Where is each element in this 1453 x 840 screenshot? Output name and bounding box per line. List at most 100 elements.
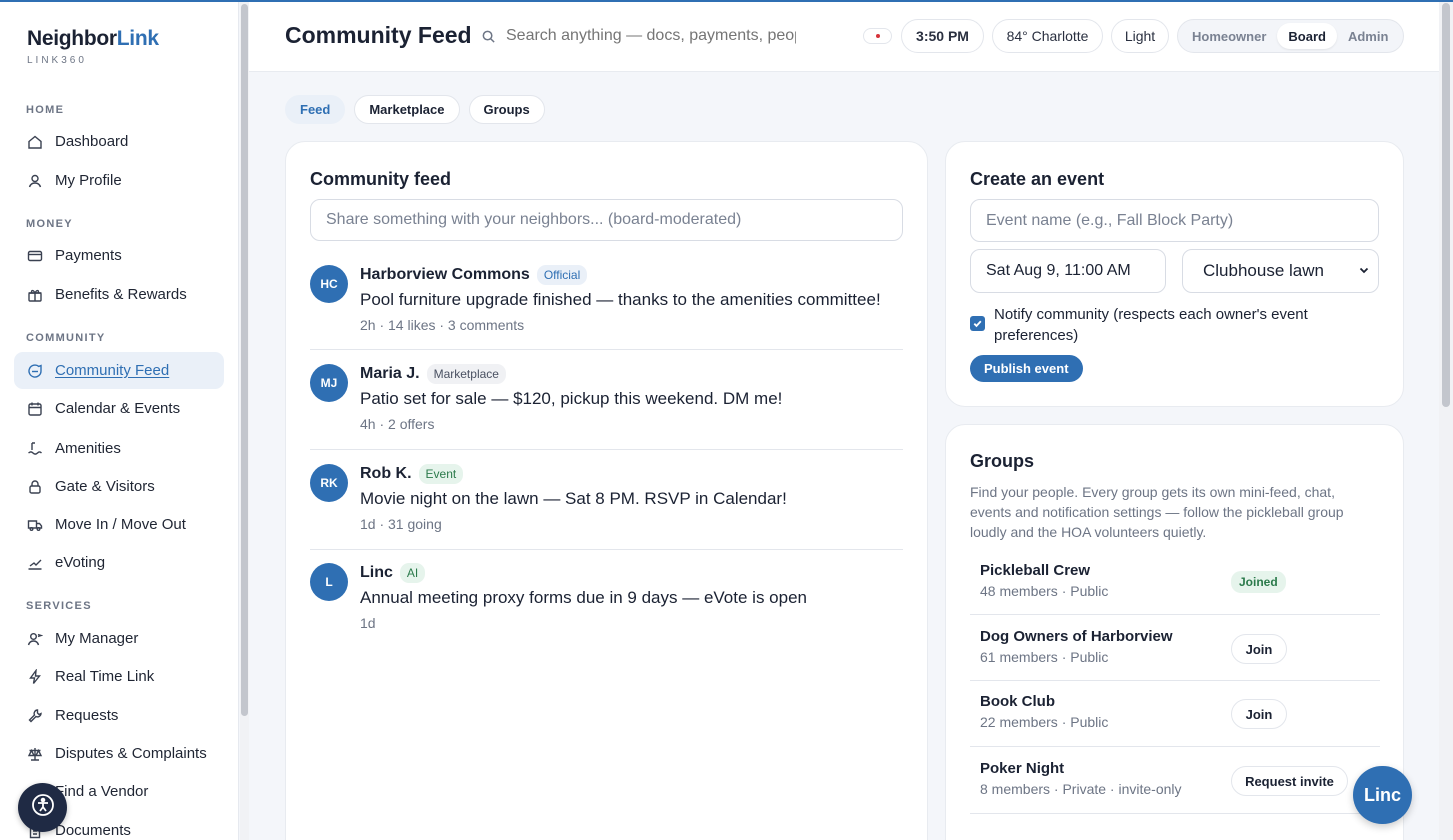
scales-icon bbox=[27, 746, 43, 762]
sidebar-item-label: Find a Vendor bbox=[55, 783, 149, 800]
post-composer-input[interactable] bbox=[310, 199, 903, 241]
group-divider bbox=[970, 813, 1380, 814]
sidebar-item-dashboard[interactable]: Dashboard bbox=[14, 123, 224, 160]
manager-icon bbox=[27, 631, 43, 647]
search-input[interactable] bbox=[506, 27, 796, 45]
post-meta: 4h · 2 offers bbox=[360, 416, 435, 432]
post-divider bbox=[310, 549, 903, 550]
post-text: Annual meeting proxy forms due in 9 days… bbox=[360, 588, 807, 607]
group-name: Book Club bbox=[980, 693, 1055, 710]
join-group-button[interactable]: Join bbox=[1231, 634, 1287, 664]
group-meta: 48 members · Public bbox=[980, 583, 1109, 599]
sidebar-item-my-profile[interactable]: My Profile bbox=[14, 162, 224, 199]
chevron-down-icon bbox=[1358, 261, 1370, 281]
live-indicator bbox=[863, 28, 892, 44]
joined-badge: Joined bbox=[1231, 571, 1286, 593]
sidebar-item-label: Disputes & Complaints bbox=[55, 745, 207, 762]
sidebar-item-label: Dashboard bbox=[55, 133, 129, 150]
user-icon bbox=[27, 173, 43, 189]
groups-description: Find your people. Every group gets its o… bbox=[970, 484, 1344, 540]
linc-assistant-button[interactable]: Linc bbox=[1353, 766, 1412, 824]
post-divider bbox=[310, 449, 903, 450]
chat-icon bbox=[27, 363, 43, 379]
post-author[interactable]: Rob K. bbox=[360, 465, 412, 483]
group-name: Pickleball Crew bbox=[980, 562, 1091, 579]
page-scrollbar[interactable] bbox=[1439, 0, 1453, 840]
notify-checkbox[interactable] bbox=[970, 316, 985, 331]
avatar: HC bbox=[310, 265, 348, 303]
avatar: RK bbox=[310, 464, 348, 502]
accessibility-button[interactable] bbox=[18, 783, 67, 832]
event-date-input[interactable] bbox=[970, 249, 1166, 293]
event-name-input[interactable] bbox=[970, 199, 1379, 242]
global-search[interactable] bbox=[469, 18, 809, 54]
event-location-select[interactable]: Clubhouse lawn bbox=[1182, 249, 1379, 293]
wrench-icon bbox=[27, 708, 43, 724]
lock-icon bbox=[27, 479, 43, 495]
feed-post[interactable]: MJ Maria J. Marketplace Patio set for sal… bbox=[310, 364, 903, 434]
feed-post[interactable]: HC Harborview Commons Official Pool furni… bbox=[310, 265, 903, 335]
group-row[interactable]: Poker Night 8 members · Private · invite… bbox=[970, 747, 1380, 813]
sidebar-item-community-feed[interactable]: Community Feed bbox=[14, 352, 224, 389]
sidebar-item-gate-visitors[interactable]: Gate & Visitors bbox=[14, 468, 224, 505]
feed-post[interactable]: RK Rob K. Event Movie night on the lawn —… bbox=[310, 464, 903, 534]
section-label-community: COMMUNITY bbox=[26, 332, 106, 344]
theme-toggle[interactable]: Light bbox=[1111, 19, 1169, 53]
post-author[interactable]: Maria J. bbox=[360, 365, 420, 383]
request-invite-button[interactable]: Request invite bbox=[1231, 766, 1348, 796]
search-icon bbox=[481, 29, 496, 44]
sidebar-item-benefits[interactable]: Benefits & Rewards bbox=[14, 276, 224, 313]
role-admin[interactable]: Admin bbox=[1337, 23, 1399, 49]
group-name: Poker Night bbox=[980, 760, 1065, 777]
top-accent-line bbox=[0, 0, 1453, 2]
sidebar-item-requests[interactable]: Requests bbox=[14, 697, 224, 734]
sidebar-item-my-manager[interactable]: My Manager bbox=[14, 620, 224, 657]
sidebar-item-label: Community Feed bbox=[55, 362, 170, 379]
post-text: Movie night on the lawn — Sat 8 PM. RSVP… bbox=[360, 489, 787, 508]
home-icon bbox=[27, 134, 43, 150]
publish-event-button[interactable]: Publish event bbox=[970, 355, 1083, 382]
role-switcher: Homeowner Board Admin bbox=[1177, 19, 1404, 53]
sidebar-item-label: Payments bbox=[55, 247, 122, 264]
sidebar-item-payments[interactable]: Payments bbox=[14, 237, 224, 274]
card-icon bbox=[27, 248, 43, 264]
group-row[interactable]: Dog Owners of Harborview 61 members · Pu… bbox=[970, 615, 1380, 681]
sidebar: NeighborLink LINK360 HOME Dashboard My P… bbox=[0, 0, 239, 840]
page-title: Community Feed bbox=[285, 22, 472, 48]
role-homeowner[interactable]: Homeowner bbox=[1181, 23, 1277, 49]
create-event-card: Create an event Clubhouse lawn Notify co… bbox=[945, 141, 1404, 407]
group-meta: 8 members · Private · invite-only bbox=[980, 781, 1182, 797]
post-author[interactable]: Linc bbox=[360, 564, 393, 582]
sidebar-item-disputes[interactable]: Disputes & Complaints bbox=[14, 735, 224, 772]
live-dot-icon bbox=[875, 34, 880, 38]
join-group-button[interactable]: Join bbox=[1231, 699, 1287, 729]
sidebar-item-calendar[interactable]: Calendar & Events bbox=[14, 390, 224, 427]
post-badge: Official bbox=[536, 265, 588, 285]
brand-logo[interactable]: NeighborLink LINK360 bbox=[27, 27, 159, 66]
tab-groups[interactable]: Groups bbox=[468, 95, 545, 124]
sidebar-item-evoting[interactable]: eVoting bbox=[14, 544, 224, 581]
sidebar-item-real-time-link[interactable]: Real Time Link bbox=[14, 658, 224, 695]
tab-marketplace[interactable]: Marketplace bbox=[354, 95, 460, 124]
post-badge: AI bbox=[399, 563, 426, 583]
post-author[interactable]: Harborview Commons bbox=[360, 266, 530, 284]
main-content: Community Feed 3:50 PM 84° Charlotte Lig… bbox=[249, 0, 1439, 840]
group-row[interactable]: Book Club 22 members · Public Join bbox=[970, 680, 1380, 746]
event-location-value: Clubhouse lawn bbox=[1203, 261, 1324, 280]
sidebar-item-label: Benefits & Rewards bbox=[55, 286, 187, 303]
notify-label: Notify community (respects each owner's … bbox=[994, 306, 1308, 344]
top-header: Community Feed 3:50 PM 84° Charlotte Lig… bbox=[249, 0, 1439, 72]
sidebar-item-label: Requests bbox=[55, 707, 119, 724]
sidebar-scrollbar-thumb[interactable] bbox=[241, 4, 248, 716]
post-text: Pool furniture upgrade finished — thanks… bbox=[360, 290, 881, 309]
group-row[interactable]: Pickleball Crew 48 members · Public Join… bbox=[970, 549, 1380, 615]
feed-post[interactable]: L Linc AI Annual meeting proxy forms due … bbox=[310, 563, 903, 633]
sidebar-item-move[interactable]: Move In / Move Out bbox=[14, 506, 224, 543]
sidebar-scrollbar[interactable] bbox=[240, 0, 249, 840]
calendar-icon bbox=[27, 401, 43, 417]
tab-feed[interactable]: Feed bbox=[285, 95, 346, 124]
role-board[interactable]: Board bbox=[1277, 23, 1337, 49]
sidebar-item-amenities[interactable]: Amenities bbox=[14, 430, 224, 467]
post-divider bbox=[310, 349, 903, 350]
page-scrollbar-thumb[interactable] bbox=[1442, 3, 1450, 407]
